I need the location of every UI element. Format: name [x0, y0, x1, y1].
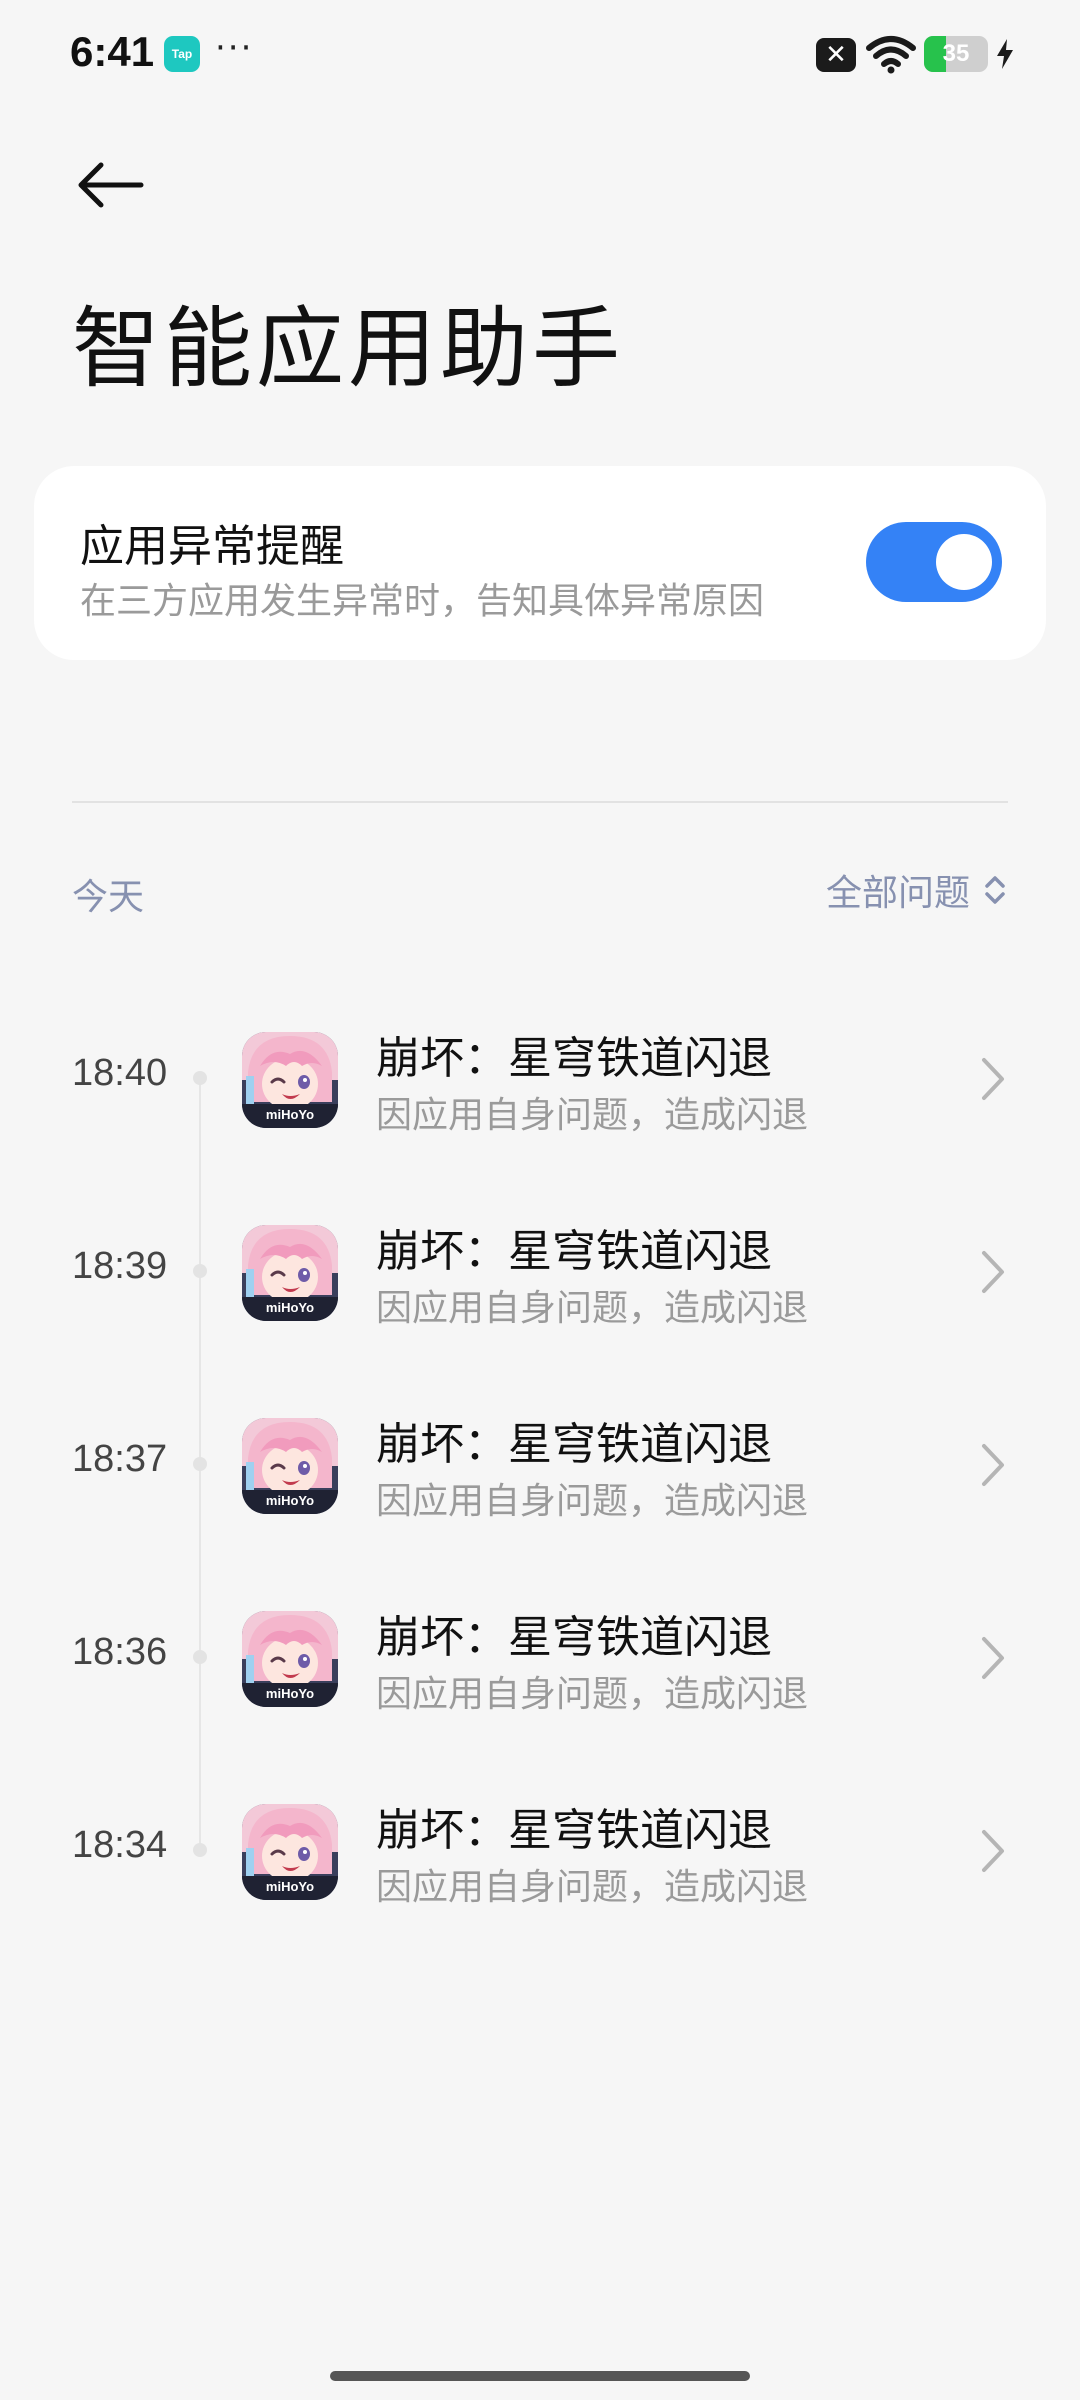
day-label: 今天: [72, 877, 145, 918]
card-title: 应用异常提醒: [80, 521, 344, 572]
status-time: 6:41: [70, 28, 155, 75]
exception-reminder-toggle[interactable]: [866, 522, 1002, 602]
entry-reason: 因应用自身问题，造成闪退: [376, 1288, 809, 1329]
app-icon-badge: miHoYo: [265, 1879, 315, 1894]
app-icon: miHoYo: [242, 1225, 338, 1321]
entry-title: 崩坏：星穹铁道闪退: [376, 1033, 772, 1084]
entry-time: 18:34: [72, 1824, 168, 1866]
home-indicator[interactable]: [330, 2371, 750, 2381]
list-item[interactable]: 18:40 miHoYo 崩坏：星穹铁道闪退 因应用自身问题，造成闪退: [0, 1002, 1080, 1152]
toggle-knob: [936, 534, 992, 590]
divider: [72, 801, 1008, 803]
entry-title: 崩坏：星穹铁道闪退: [376, 1419, 772, 1470]
app-icon-badge: miHoYo: [265, 1107, 315, 1122]
app-exception-reminder-card: 应用异常提醒 在三方应用发生异常时，告知具体异常原因: [34, 466, 1046, 660]
timeline-dot: [193, 1264, 207, 1278]
entry-title: 崩坏：星穹铁道闪退: [376, 1805, 772, 1856]
entry-title: 崩坏：星穹铁道闪退: [376, 1612, 772, 1663]
app-icon-badge: miHoYo: [265, 1300, 315, 1315]
back-button[interactable]: [70, 150, 150, 220]
list-item[interactable]: 18:39 miHoYo 崩坏：星穹铁道闪退 因应用自身问题，造成闪退: [0, 1195, 1080, 1345]
up-down-chevron-icon: [985, 876, 1005, 904]
filter-dropdown[interactable]: 全部问题: [826, 864, 1008, 916]
filter-label: 全部问题: [825, 873, 970, 914]
entry-time: 18:36: [72, 1631, 168, 1673]
page-title: 智能应用助手: [72, 297, 625, 400]
app-icon: miHoYo: [242, 1611, 338, 1707]
app-icon-badge: miHoYo: [265, 1686, 315, 1701]
entry-time: 18:37: [72, 1438, 168, 1480]
list-item[interactable]: 18:34 miHoYo 崩坏：星穹铁道闪退 因应用自身问题，造成闪退: [0, 1774, 1080, 1924]
app-icon: miHoYo: [242, 1804, 338, 1900]
list-item[interactable]: 18:36 miHoYo 崩坏：星穹铁道闪退 因应用自身问题，造成闪退: [0, 1581, 1080, 1731]
app-icon: miHoYo: [242, 1418, 338, 1514]
entry-reason: 因应用自身问题，造成闪退: [376, 1481, 809, 1522]
chevron-right-icon: [982, 1444, 1004, 1486]
chevron-right-icon: [982, 1251, 1004, 1293]
battery-indicator: 35: [924, 36, 988, 72]
timeline-dot: [193, 1071, 207, 1085]
wifi-icon: [866, 36, 916, 74]
status-bar: 6:41 Tap ··· ✕ 35: [0, 0, 1080, 110]
timeline-dot: [193, 1843, 207, 1857]
bolt-icon: [997, 39, 1013, 69]
entry-title: 崩坏：星穹铁道闪退: [376, 1226, 772, 1277]
tap-app-icon: Tap: [164, 36, 200, 72]
entry-reason: 因应用自身问题，造成闪退: [376, 1674, 809, 1715]
battery-level: 35: [942, 40, 970, 67]
entry-reason: 因应用自身问题，造成闪退: [376, 1867, 809, 1908]
timeline-dot: [193, 1457, 207, 1471]
chevron-right-icon: [982, 1637, 1004, 1679]
more-notifications-icon: ···: [215, 28, 254, 68]
entry-reason: 因应用自身问题，造成闪退: [376, 1095, 809, 1136]
app-icon-badge: miHoYo: [265, 1493, 315, 1508]
card-description: 在三方应用发生异常时，告知具体异常原因: [80, 581, 765, 622]
list-item[interactable]: 18:37 miHoYo 崩坏：星穹铁道闪退 因应用自身问题，造成闪退: [0, 1388, 1080, 1538]
timeline-dot: [193, 1650, 207, 1664]
entry-time: 18:40: [72, 1052, 168, 1094]
arrow-left-icon: [78, 162, 144, 208]
close-square-icon: ✕: [816, 38, 856, 72]
app-icon: miHoYo: [242, 1032, 338, 1128]
chevron-right-icon: [982, 1058, 1004, 1100]
chevron-right-icon: [982, 1830, 1004, 1872]
entry-time: 18:39: [72, 1245, 168, 1287]
